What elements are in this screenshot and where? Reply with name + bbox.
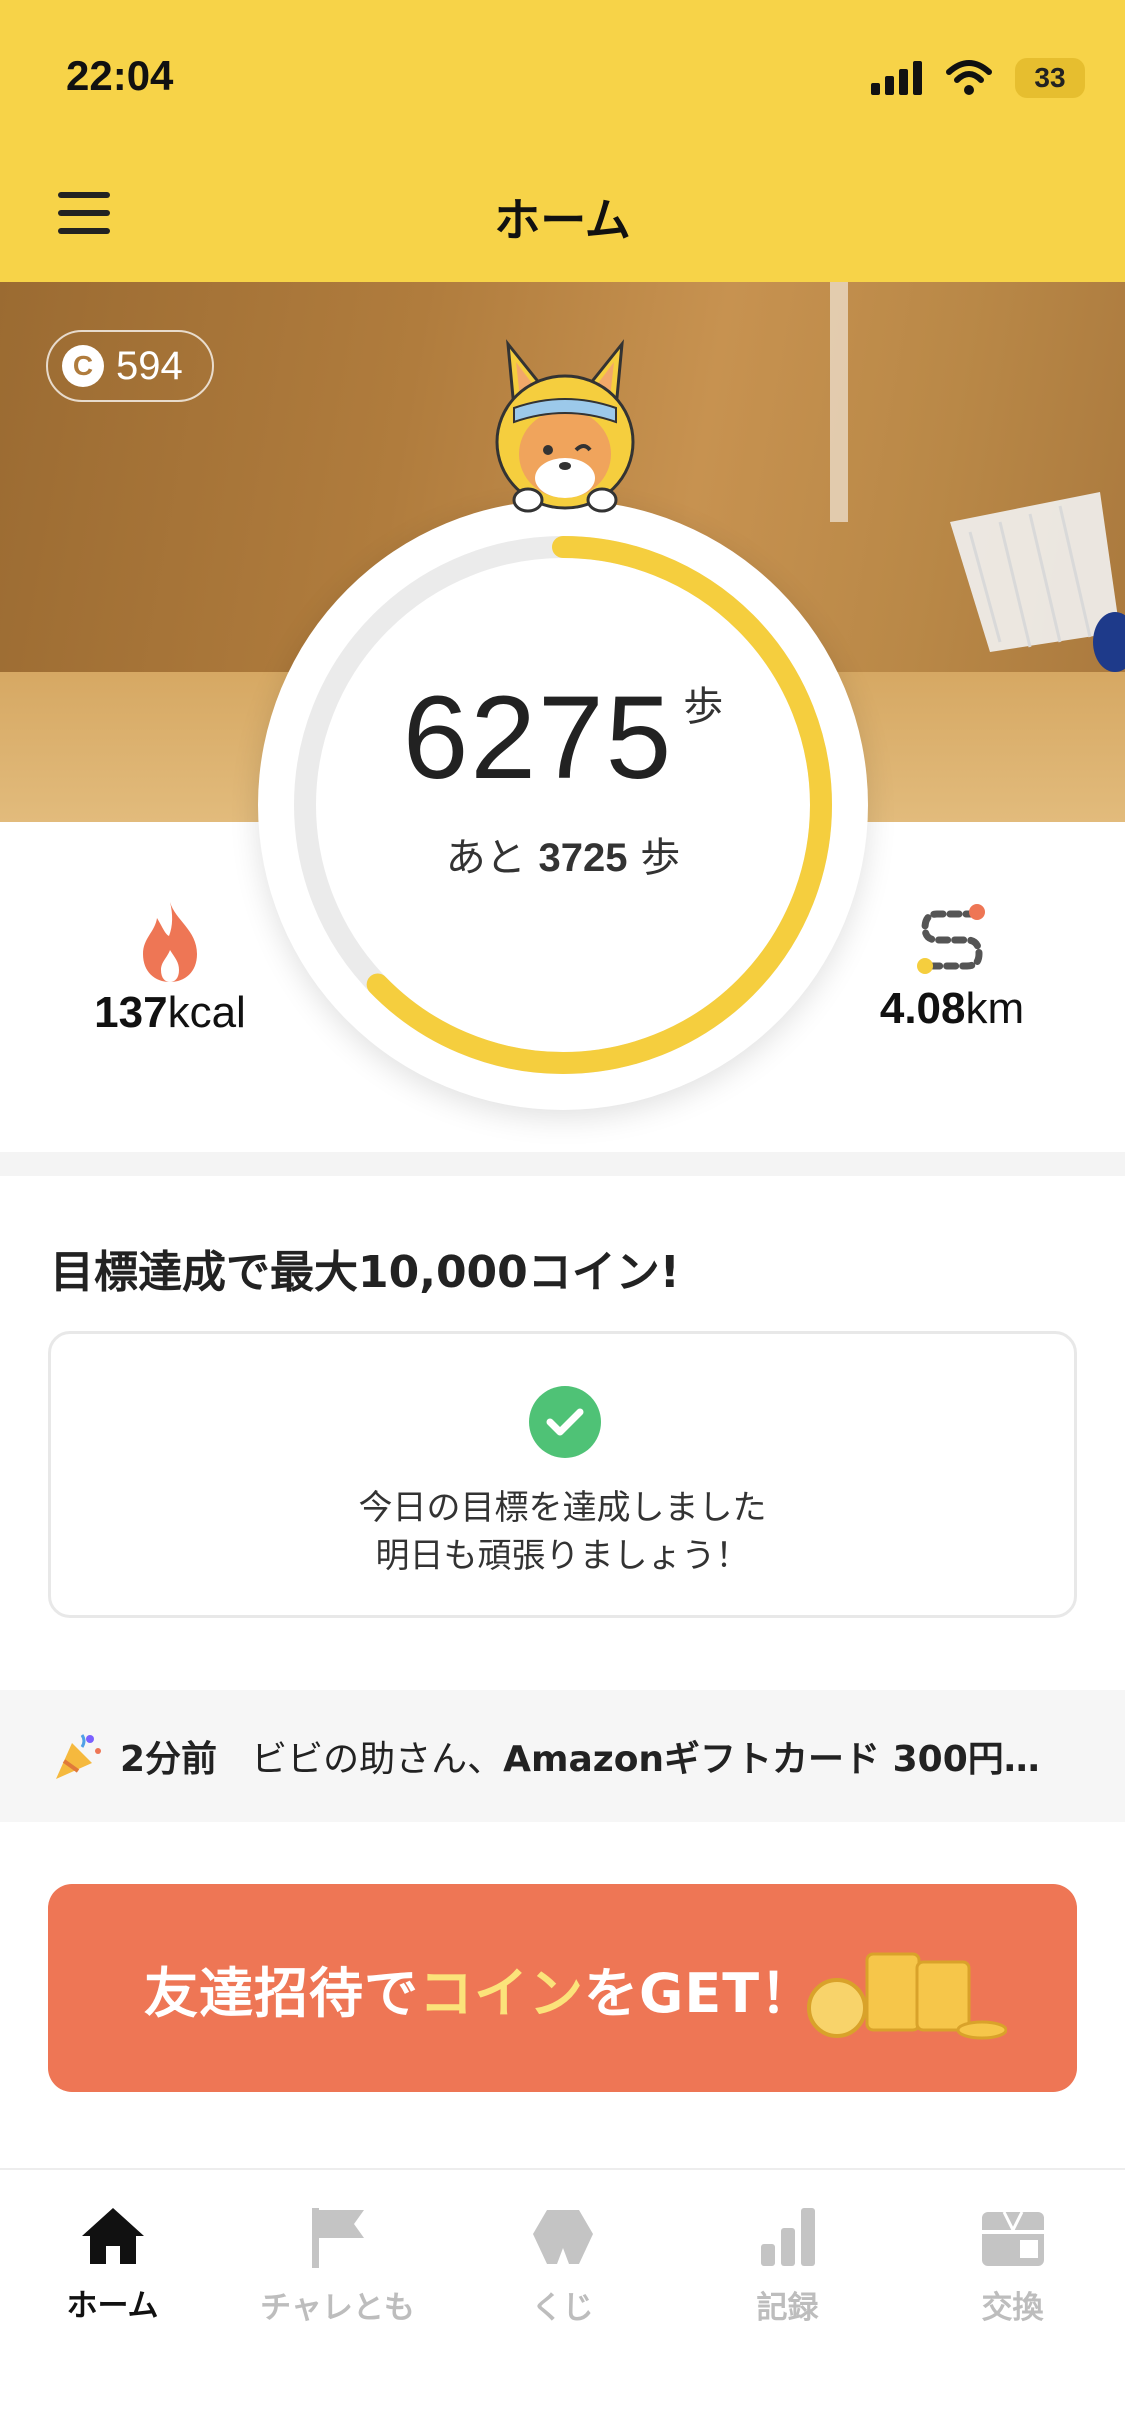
status-time: 22:04 bbox=[66, 52, 174, 99]
activity-ticker[interactable]: 2分前 ビビの助さん、Amazonギフトカード 300円… bbox=[0, 1690, 1125, 1822]
home-icon bbox=[81, 2208, 144, 2264]
tab-challenge-friends-label: チャレとも bbox=[260, 2290, 415, 2326]
party-popper-icon bbox=[56, 1734, 101, 1779]
goal-status-card: 今日の目標を達成しました 明日も頑張りましょう！ bbox=[48, 1331, 1077, 1618]
tab-lottery[interactable]: くじ bbox=[450, 2170, 675, 2436]
distance-value: 4.08km bbox=[879, 984, 1025, 1033]
invite-friends-banner[interactable]: 友達招待でコインをGET！ bbox=[48, 1884, 1077, 2092]
tab-records[interactable]: 記録 bbox=[675, 2170, 900, 2436]
bottom-tab-bar: ホーム チャレとも くじ 記録 交換 bbox=[0, 2168, 1125, 2436]
tab-challenge-friends[interactable]: チャレとも bbox=[225, 2170, 450, 2436]
tab-lottery-label: くじ bbox=[531, 2290, 594, 2326]
ticker-time: 2分前 bbox=[120, 1739, 218, 1780]
battery-indicator: 33 bbox=[1015, 58, 1085, 98]
tab-home-label: ホーム bbox=[66, 2288, 159, 2324]
net-post bbox=[830, 282, 848, 522]
calories-value: 137kcal bbox=[94, 988, 246, 1037]
status-icons: 33 bbox=[871, 58, 1085, 98]
goal-message-line2: 明日も頑張りましょう！ bbox=[375, 1536, 750, 1576]
coin-balance-value: 594 bbox=[116, 343, 183, 388]
step-progress-ring: 6275 歩 あと 3725 歩 bbox=[258, 500, 868, 1110]
signal-icon bbox=[871, 61, 922, 95]
tab-home[interactable]: ホーム bbox=[0, 2170, 225, 2436]
goal-section-title: 目標達成で最大10,000コイン! bbox=[50, 1247, 680, 1298]
top-bar: 22:04 33 ホーム bbox=[0, 0, 1125, 282]
tab-records-label: 記録 bbox=[756, 2290, 819, 2326]
step-count: 6275 歩 bbox=[258, 670, 868, 806]
tab-exchange-label: 交換 bbox=[981, 2290, 1044, 2326]
distance-stat: 4.08km bbox=[842, 900, 1062, 1034]
step-count-unit: 歩 bbox=[683, 684, 724, 730]
tab-exchange[interactable]: 交換 bbox=[900, 2170, 1125, 2436]
coin-icon: C bbox=[62, 345, 104, 387]
goal-message-line1: 今日の目標を達成しました bbox=[358, 1488, 767, 1528]
flame-icon bbox=[143, 902, 197, 982]
lottery-icon bbox=[532, 2210, 593, 2264]
remaining-steps: あと 3725 歩 bbox=[445, 835, 681, 881]
bar-chart-icon bbox=[760, 2208, 815, 2266]
check-circle-icon bbox=[529, 1386, 601, 1458]
fox-mascot-image bbox=[495, 339, 635, 513]
invite-banner-text: 友達招待でコインをGET！ bbox=[144, 1961, 816, 2025]
coin-stack-icon bbox=[807, 1952, 1007, 2040]
ticker-message: ビビの助さん、Amazonギフトカード 300円… bbox=[251, 1739, 1040, 1780]
calories-stat: 137kcal bbox=[60, 900, 280, 1038]
shuttlecock-image bbox=[950, 492, 1125, 672]
wifi-icon bbox=[946, 60, 992, 95]
gift-icon bbox=[981, 2211, 1044, 2266]
step-count-value: 6275 bbox=[402, 672, 674, 804]
coin-balance[interactable]: C 594 bbox=[46, 330, 214, 402]
section-divider bbox=[0, 1152, 1125, 1176]
route-icon bbox=[917, 904, 985, 974]
flag-icon bbox=[311, 2208, 364, 2268]
page-title: ホーム bbox=[494, 193, 631, 247]
